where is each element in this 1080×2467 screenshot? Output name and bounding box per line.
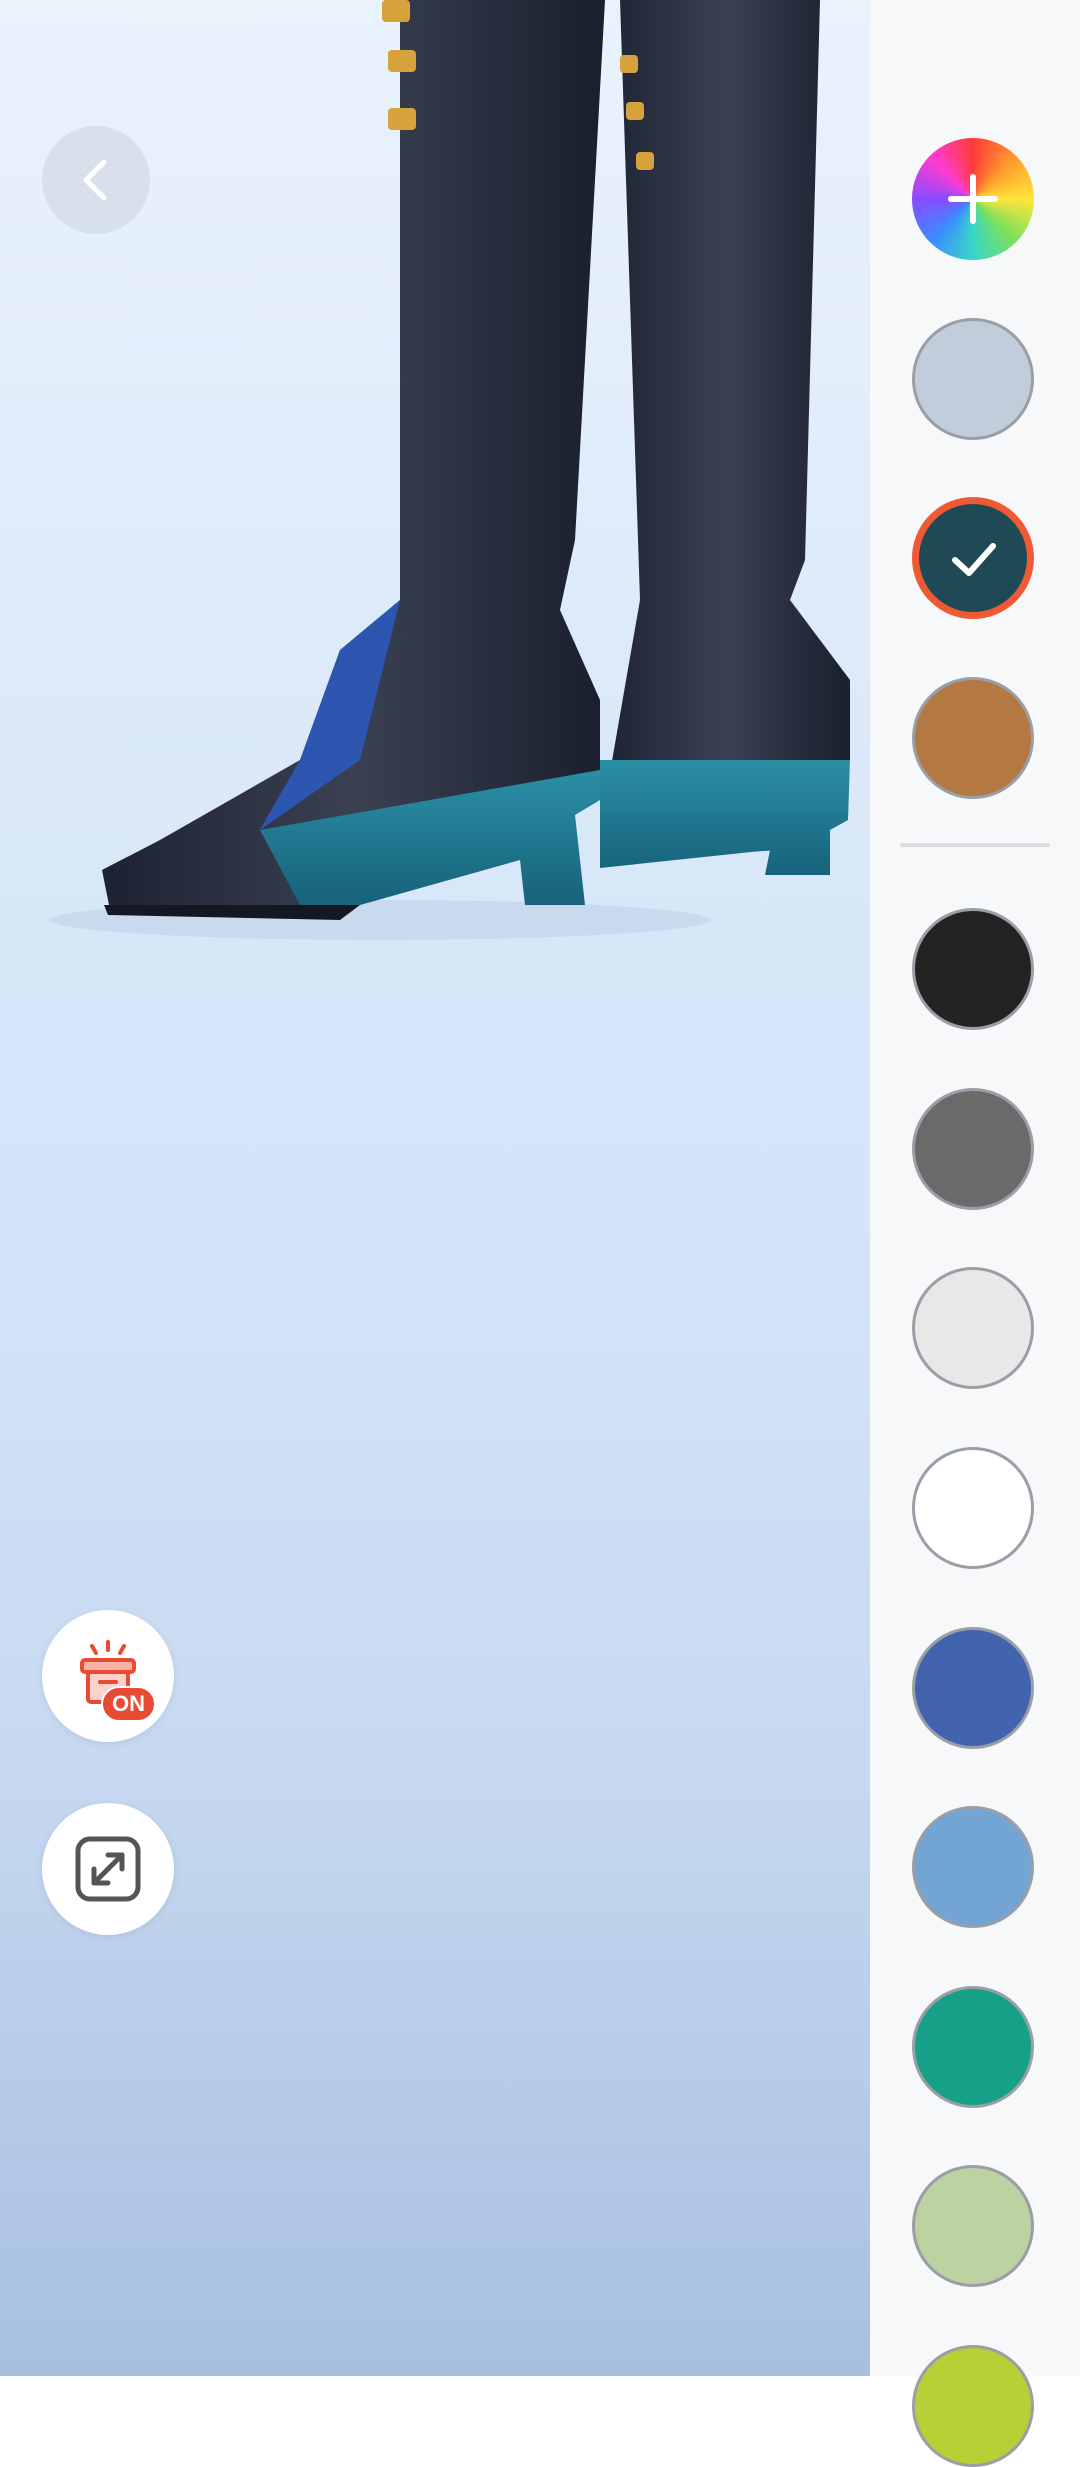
swatch-white[interactable] [912, 1447, 1034, 1569]
checkmark-icon [952, 543, 996, 576]
swatch-sky-blue[interactable] [912, 1806, 1034, 1928]
chevron-left-icon [83, 159, 107, 201]
swatch-sage-green[interactable] [912, 2165, 1034, 2287]
add-color-button[interactable] [912, 138, 1034, 260]
swatch-teal-green[interactable] [912, 1986, 1034, 2108]
swatch-gray[interactable] [912, 1088, 1034, 1210]
swatch-lime[interactable] [912, 2345, 1034, 2467]
swatch-black[interactable] [912, 908, 1034, 1030]
gift-on-badge: ON [101, 1686, 156, 1722]
swatch-light-gray[interactable] [912, 1267, 1034, 1389]
palette-divider [900, 843, 1050, 847]
swatch-light-blue-gray[interactable] [912, 318, 1034, 440]
fullscreen-button[interactable] [42, 1803, 174, 1935]
swatch-dark-teal[interactable] [912, 497, 1034, 619]
expand-icon [75, 1836, 141, 1902]
gift-box-toggle-button[interactable]: ON [42, 1610, 174, 1742]
swatch-blue[interactable] [912, 1627, 1034, 1749]
back-button[interactable] [42, 126, 150, 234]
swatch-brown[interactable] [912, 677, 1034, 799]
color-palette-panel[interactable] [870, 0, 1080, 2467]
plus-icon [948, 174, 998, 224]
avatar-preview-viewport[interactable]: ON [0, 0, 870, 2376]
